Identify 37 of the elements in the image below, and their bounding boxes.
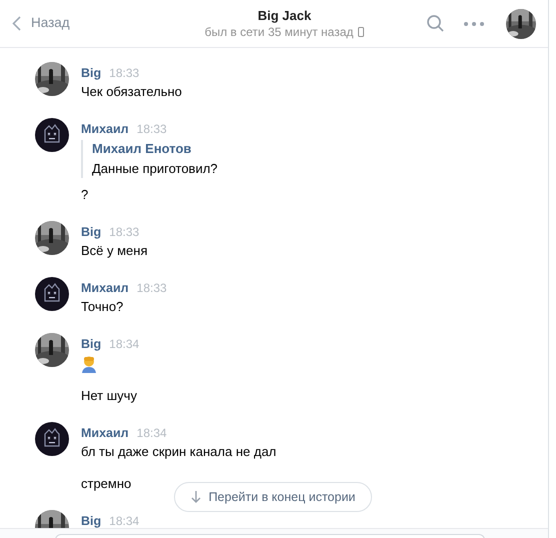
message-time: 18:34 [109, 336, 140, 352]
arrow-down-icon [190, 491, 201, 503]
message-time: 18:33 [109, 65, 140, 81]
quote-text: Данные приготовил? [92, 160, 218, 178]
author-name[interactable]: Михаил [81, 425, 129, 441]
message-text: Точно? [81, 298, 124, 316]
message-text: Чек обязательно [81, 83, 182, 101]
more-icon[interactable] [464, 22, 484, 26]
person-emoji-icon [81, 355, 97, 373]
message-text: Всё у меня [81, 242, 148, 260]
message-text: Нет шучу [81, 387, 137, 405]
chat-title: Big Jack [258, 8, 312, 24]
author-name[interactable]: Big [81, 336, 102, 352]
author-name[interactable]: Михаил [81, 280, 129, 296]
online-status: был в сети 35 минут назад [204, 24, 354, 40]
search-icon[interactable] [427, 15, 444, 32]
message-text: стремно [81, 475, 132, 493]
phone-icon [358, 26, 364, 36]
quote-author: Михаил Енотов [92, 140, 192, 158]
message-time: 18:34 [109, 513, 140, 528]
message-time: 18:33 [136, 280, 167, 296]
robot-avatar-icon [35, 422, 69, 456]
message-time: 18:34 [136, 425, 167, 441]
jump-to-end-button[interactable]: Перейти в конец истории [174, 482, 372, 512]
back-button[interactable]: Назад [12, 13, 142, 34]
chevron-left-icon [12, 16, 21, 31]
author-name[interactable]: Big [81, 513, 102, 528]
author-name[interactable]: Михаил [81, 121, 129, 137]
robot-avatar-icon [35, 118, 69, 152]
message-time: 18:33 [136, 121, 167, 137]
message-text: бл ты даже скрин канала не дал [81, 443, 276, 461]
message-time: 18:33 [109, 224, 140, 240]
back-label: Назад [31, 14, 70, 32]
message-text: ? [81, 186, 88, 204]
author-name[interactable]: Big [81, 224, 102, 240]
robot-avatar-icon [35, 277, 69, 311]
author-name[interactable]: Big [81, 65, 102, 81]
